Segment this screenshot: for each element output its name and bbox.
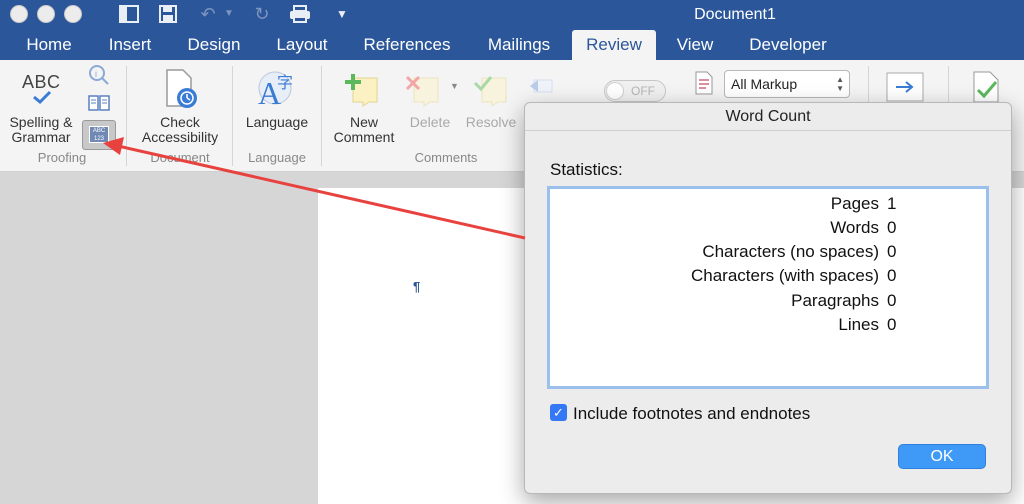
stat-value-characters-with-spaces: 0 <box>887 266 897 285</box>
check-accessibility-line2[interactable]: Accessibility <box>132 130 228 145</box>
tab-design[interactable]: Design <box>177 30 251 60</box>
tab-developer[interactable]: Developer <box>737 30 839 60</box>
stat-label-paragraphs: Paragraphs <box>791 291 879 310</box>
statistics-table: Pages 1 Words 0 Characters (no spaces) 0… <box>547 186 989 389</box>
thesaurus-icon[interactable]: i <box>88 64 110 91</box>
tab-mailings[interactable]: Mailings <box>476 30 562 60</box>
delete-comment-icon <box>404 72 442 113</box>
tab-view[interactable]: View <box>666 30 724 60</box>
spelling-label-line2[interactable]: Grammar <box>4 130 78 145</box>
spelling-label-line1[interactable]: Spelling & <box>4 115 78 130</box>
zoom-window-button[interactable] <box>64 5 82 23</box>
paragraph-mark: ¶ <box>413 279 421 294</box>
toggle-state-text: OFF <box>631 84 655 98</box>
customize-icon[interactable]: ▼ <box>330 3 354 25</box>
language-icon: A字 <box>255 68 299 115</box>
stat-label-lines: Lines <box>838 315 879 334</box>
ribbon-separator <box>232 66 233 166</box>
sidebar-icon[interactable] <box>117 3 141 25</box>
tab-layout[interactable]: Layout <box>266 30 338 60</box>
resolve-comment-icon <box>472 72 510 113</box>
include-footnotes-checkbox[interactable]: ✓ <box>550 404 567 421</box>
group-proofing-label: Proofing <box>37 150 87 165</box>
close-window-button[interactable] <box>10 5 28 23</box>
group-document-label: Document <box>150 150 210 165</box>
checkmark-icon <box>32 90 52 109</box>
undo-icon[interactable]: ↶ <box>196 3 220 25</box>
toggle-knob <box>606 82 624 100</box>
resolve-comment-label[interactable]: Resolve <box>462 115 520 130</box>
word-count-dialog: Word Count Statistics: Pages 1 Words 0 C… <box>524 102 1012 494</box>
stat-label-characters-with-spaces: Characters (with spaces) <box>690 266 879 285</box>
stat-value-paragraphs: 0 <box>887 291 897 310</box>
stat-value-pages: 1 <box>887 194 897 213</box>
stat-value-lines: 0 <box>887 315 897 334</box>
previous-comment-icon[interactable] <box>528 76 554 101</box>
stat-label-pages: Pages <box>830 194 879 213</box>
new-comment-line1[interactable]: New <box>326 115 402 130</box>
undo-dropdown-icon[interactable]: ▼ <box>222 3 236 25</box>
tab-review[interactable]: Review <box>572 30 656 60</box>
stat-value-words: 0 <box>887 218 897 237</box>
svg-text:字: 字 <box>277 73 293 92</box>
track-changes-toggle[interactable]: OFF <box>604 80 666 102</box>
markup-select-value: All Markup <box>731 76 798 92</box>
accessibility-icon <box>163 68 201 115</box>
word-count-icon: ABC 123 <box>89 126 109 143</box>
stat-label-characters-no-spaces: Characters (no spaces) <box>702 242 879 261</box>
group-language-label: Language <box>248 150 306 165</box>
new-comment-line2[interactable]: Comment <box>326 130 402 145</box>
ribbon-separator <box>321 66 322 166</box>
dialog-title: Word Count <box>525 103 1011 131</box>
minimize-window-button[interactable] <box>37 5 55 23</box>
word-count-button[interactable]: ABC 123 <box>82 120 116 150</box>
delete-dropdown-icon[interactable]: ▼ <box>450 81 459 91</box>
delete-comment-label[interactable]: Delete <box>400 115 460 130</box>
title-bar: ↶ ▼ ↻ ▼ Document1 <box>0 0 1024 30</box>
ribbon-separator <box>126 66 127 166</box>
check-accessibility-line1[interactable]: Check <box>132 115 228 130</box>
save-icon[interactable] <box>156 3 180 25</box>
markup-select[interactable]: All Markup ▲ ▼ <box>724 70 850 98</box>
window-title: Document1 <box>694 6 776 23</box>
redo-icon[interactable]: ↻ <box>250 3 274 25</box>
group-comments-label: Comments <box>414 150 478 165</box>
svg-text:i: i <box>95 69 97 79</box>
reviewing-pane-icon[interactable] <box>694 70 714 101</box>
new-comment-icon <box>343 72 381 113</box>
select-arrows-icon: ▲ ▼ <box>836 75 844 93</box>
tab-references[interactable]: References <box>353 30 461 60</box>
language-button-label[interactable]: Language <box>238 115 316 130</box>
include-footnotes-label[interactable]: Include footnotes and endnotes <box>573 404 810 424</box>
tab-home[interactable]: Home <box>14 30 84 60</box>
smart-lookup-icon[interactable] <box>87 94 111 117</box>
ok-button[interactable]: OK <box>898 444 986 469</box>
tab-insert[interactable]: Insert <box>98 30 162 60</box>
stat-label-words: Words <box>830 218 879 237</box>
ribbon-tabs: Home Insert Design Layout References Mai… <box>0 30 1024 60</box>
stat-value-characters-no-spaces: 0 <box>887 242 897 261</box>
print-icon[interactable] <box>288 3 312 25</box>
statistics-label: Statistics: <box>550 160 623 179</box>
